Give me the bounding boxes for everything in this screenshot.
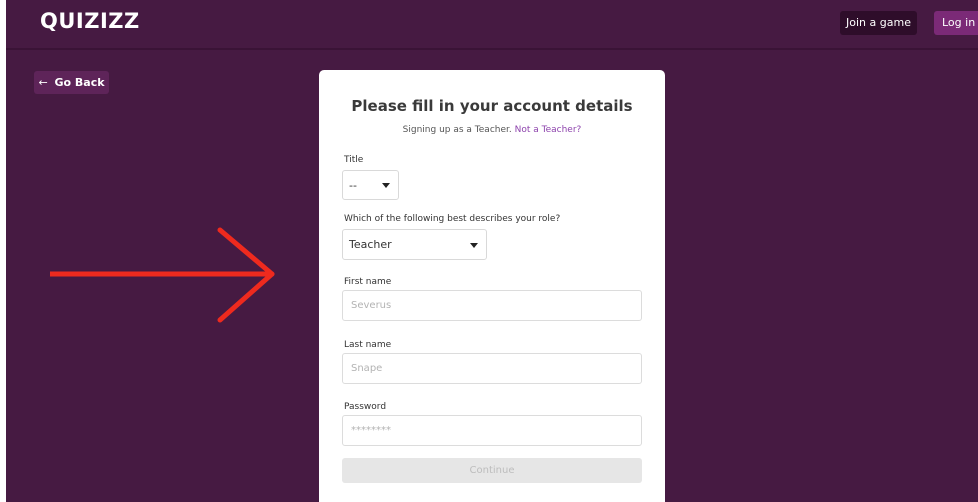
right-arrow-icon: [50, 227, 275, 323]
quizizz-logo[interactable]: QUIZIZZ: [40, 9, 140, 33]
title-select[interactable]: --: [342, 170, 399, 200]
arrow-head-upper: [217, 227, 275, 277]
chevron-down-icon: [382, 183, 390, 188]
top-navbar: QUIZIZZ Join a game Log in: [6, 0, 978, 50]
last-name-label: Last name: [344, 340, 392, 350]
password-label: Password: [344, 402, 387, 412]
continue-button[interactable]: Continue: [342, 458, 642, 483]
last-name-field[interactable]: Snape: [342, 353, 642, 384]
join-game-button[interactable]: Join a game: [840, 11, 917, 35]
subtitle-text: Signing up as a Teacher.: [402, 125, 512, 135]
chevron-down-icon: [470, 242, 478, 248]
not-a-teacher-link[interactable]: Not a Teacher?: [515, 125, 582, 135]
last-name-placeholder: Snape: [351, 363, 383, 374]
title-label: Title: [344, 155, 364, 165]
logo-text: QUIZIZZ: [40, 9, 140, 33]
password-field[interactable]: ********: [342, 415, 642, 446]
first-name-placeholder: Severus: [351, 300, 392, 311]
arrow-head-lower: [217, 271, 275, 323]
first-name-label: First name: [344, 277, 392, 287]
login-button[interactable]: Log in: [934, 11, 978, 35]
go-back-button[interactable]: ← Go Back: [34, 71, 109, 94]
app-frame: QUIZIZZ Join a game Log in ← Go Back Ple…: [6, 0, 978, 502]
form-subtitle: Signing up as a Teacher. Not a Teacher?: [319, 125, 665, 135]
signup-card: Please fill in your account details Sign…: [319, 70, 665, 502]
go-back-label: Go Back: [54, 76, 105, 89]
form-title: Please fill in your account details: [351, 97, 633, 115]
role-select[interactable]: Teacher: [342, 229, 487, 260]
role-label: Which of the following best describes yo…: [344, 214, 561, 224]
role-select-value: Teacher: [349, 238, 392, 251]
back-arrow-icon: ←: [38, 76, 48, 89]
title-select-value: --: [349, 179, 357, 192]
first-name-field[interactable]: Severus: [342, 290, 642, 321]
password-placeholder: ********: [351, 425, 391, 436]
